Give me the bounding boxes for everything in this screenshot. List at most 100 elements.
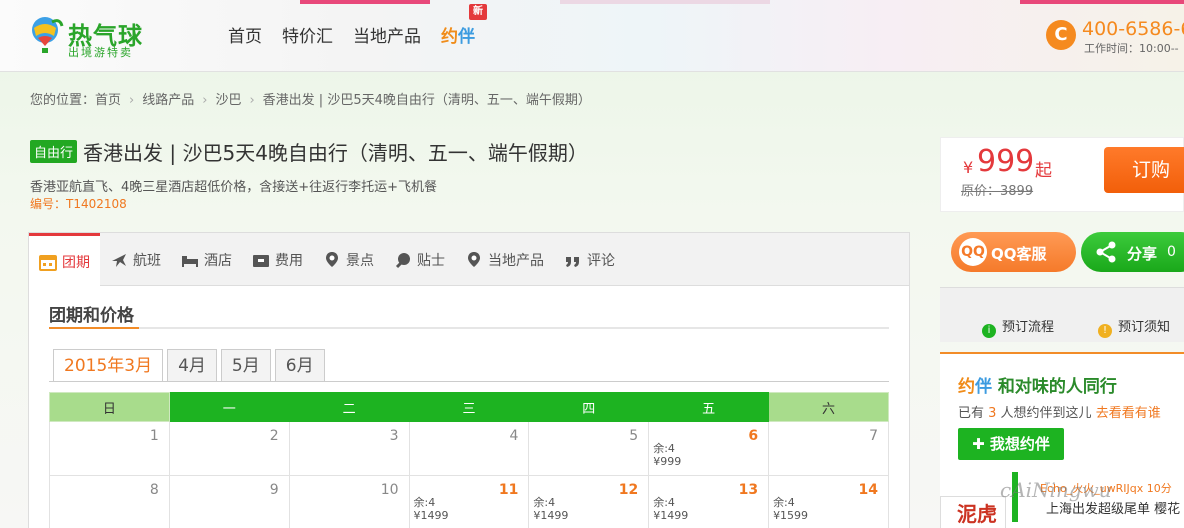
weekday-header: 一 — [168, 392, 290, 422]
tab-label: 当地产品 — [488, 252, 544, 269]
day-price: ¥1499 — [653, 509, 689, 522]
qq-icon: QQ — [959, 238, 987, 266]
booking-notes-label: 预订须知 — [1118, 320, 1171, 335]
calendar-day-cell-available[interactable]: 12 余:4 ¥1499 — [528, 475, 650, 528]
nav-deals[interactable]: 特价汇 — [282, 22, 333, 47]
wallet-icon — [253, 254, 269, 267]
day-number: 4 — [509, 428, 519, 444]
yueban-see-who-link[interactable]: 去看看有谁 — [1096, 406, 1161, 421]
tab-hotel[interactable]: 酒店 — [171, 233, 242, 286]
main-nav: 首页 特价汇 当地产品 约伴 新 — [228, 4, 487, 47]
tab-label: 景点 — [346, 252, 374, 269]
weekday-header: 三 — [408, 392, 530, 422]
tab-label: 团期 — [62, 254, 90, 271]
calendar-icon — [39, 254, 57, 271]
yueban-heading-text: 和对味的人同行 — [992, 377, 1117, 397]
qq-service-button[interactable]: QQ QQ客服 — [951, 232, 1076, 272]
tab-label: 酒店 — [204, 252, 232, 269]
calendar-day-cell-available[interactable]: 6 余:4 ¥999 — [648, 421, 770, 476]
yueban-logo-y: 约 — [958, 377, 975, 397]
share-count: 0 — [1167, 244, 1176, 260]
product-subtitle: 香港亚航直飞、4晚三星酒店超低价格，含接送+往返行李托运+飞机餐 — [30, 180, 438, 195]
booking-notice-bar: i 预订流程 ! 预订须知 — [940, 287, 1184, 342]
share-button[interactable]: 分享 0 — [1081, 232, 1184, 272]
seats-remaining: 余:4 — [413, 496, 436, 509]
day-number: 6 — [748, 428, 759, 444]
brand-slogan: 出境游特卖 — [68, 46, 133, 59]
tab-label: 航班 — [133, 252, 161, 269]
booking-notes-link[interactable]: ! 预订须知 — [1098, 316, 1170, 338]
calendar-day-cell: 4 — [408, 421, 530, 476]
month-tabs-baseline — [49, 381, 889, 382]
tab-local-products[interactable]: 当地产品 — [455, 233, 554, 286]
tab-reviews[interactable]: 评论 — [554, 233, 625, 286]
want-yueban-button[interactable]: ✚ 我想约伴 — [958, 428, 1064, 460]
calendar-week-row: 8 9 10 11 余:4 ¥1499 12 余:4 ¥1499 13 余:4 ¥14… — [49, 475, 889, 528]
breadcrumb-separator: › — [129, 93, 135, 108]
yueban-stat: 已有 3 人想约伴到这儿 去看看有谁 — [958, 402, 1161, 421]
tab-label: 贴士 — [417, 252, 445, 269]
calendar-day-cell-available[interactable]: 13 余:4 ¥1499 — [648, 475, 770, 528]
breadcrumb-prefix: 您的位置： — [30, 93, 96, 108]
header-accent-stripe — [560, 0, 770, 4]
month-tabs: 2015年3月 4月 5月 6月 — [53, 349, 325, 382]
calendar-day-cell-available[interactable]: 11 余:4 ¥1499 — [408, 475, 530, 528]
weekday-header: 五 — [648, 392, 770, 422]
month-tab-mar[interactable]: 2015年3月 — [53, 349, 164, 382]
calendar-day-cell: 10 — [288, 475, 410, 528]
tab-flight[interactable]: 航班 — [100, 233, 171, 286]
nav-home[interactable]: 首页 — [228, 22, 262, 47]
original-price: 原价：3899 — [961, 184, 1034, 199]
breadcrumb-item[interactable]: 线路产品 — [142, 93, 194, 108]
booking-flow-link[interactable]: i 预订流程 — [982, 316, 1054, 338]
tab-cost[interactable]: 费用 — [242, 233, 313, 286]
site-header: 热气球 出境游特卖 首页 特价汇 当地产品 约伴 新 C 400-6586-6 … — [0, 0, 1184, 72]
qq-service-label: QQ客服 — [991, 245, 1047, 263]
booking-flow-label: 预订流程 — [1002, 320, 1055, 335]
day-number: 12 — [618, 482, 639, 498]
day-number: 5 — [629, 428, 639, 444]
product-detail-panel: 团期 航班 酒店 费用 景点 贴士 当地产品 评论 团期和价格 2015年3月 … — [28, 232, 910, 528]
weekday-header: 日 — [49, 392, 170, 422]
tab-label: 费用 — [275, 252, 303, 269]
phone-icon: C — [1046, 20, 1076, 50]
ad-thumbnail[interactable]: 泥虎 — [940, 496, 1006, 528]
calendar-day-cell: 9 — [168, 475, 290, 528]
day-price: ¥1499 — [533, 509, 569, 522]
nav-local-products[interactable]: 当地产品 — [353, 22, 421, 47]
month-tab-apr[interactable]: 4月 — [167, 349, 217, 381]
calendar-day-cell: 7 — [768, 421, 889, 476]
new-badge: 新 — [469, 4, 487, 20]
breadcrumb-item[interactable]: 沙巴 — [215, 93, 241, 108]
price-suffix: 起 — [1035, 161, 1052, 181]
tab-schedule[interactable]: 团期 — [29, 233, 100, 287]
nav-yueban-b: 伴 — [458, 27, 475, 47]
breadcrumb-separator: › — [249, 93, 255, 108]
breadcrumb-item[interactable]: 首页 — [95, 93, 121, 108]
calendar-day-cell-available[interactable]: 14 余:4 ¥1599 — [768, 475, 889, 528]
day-number: 2 — [269, 428, 279, 444]
product-code: 编号：T1402108 — [30, 197, 127, 211]
calendar-day-cell: 1 — [49, 421, 170, 476]
weekday-header: 四 — [528, 392, 650, 422]
site-logo[interactable]: 热气球 出境游特卖 — [28, 14, 158, 60]
warning-icon: ! — [1098, 324, 1112, 338]
plus-icon: ✚ — [972, 435, 990, 453]
order-button[interactable]: 订购 — [1104, 147, 1184, 193]
tab-attractions[interactable]: 景点 — [313, 233, 384, 286]
location-pin-icon — [326, 251, 338, 267]
nav-yueban[interactable]: 约伴 新 — [441, 4, 487, 47]
product-title-row: 自由行 香港出发 | 沙巴5天4晚自由行（清明、五一、端午假期） — [30, 137, 588, 166]
share-label: 分享 — [1127, 245, 1158, 263]
month-tab-jun[interactable]: 6月 — [274, 349, 325, 381]
day-number: 11 — [498, 482, 519, 498]
day-number: 1 — [149, 428, 159, 444]
month-tab-may[interactable]: 5月 — [220, 349, 271, 381]
yueban-stat-prefix: 已有 — [958, 406, 989, 421]
weekday-header: 二 — [288, 392, 410, 422]
product-title: 香港出发 | 沙巴5天4晚自由行（清明、五一、端午假期） — [83, 141, 588, 165]
tab-label: 评论 — [587, 252, 615, 269]
tab-tips[interactable]: 贴士 — [384, 233, 455, 286]
detail-tabbar: 团期 航班 酒店 费用 景点 贴士 当地产品 评论 — [29, 233, 909, 287]
header-accent-stripe — [1020, 0, 1184, 4]
